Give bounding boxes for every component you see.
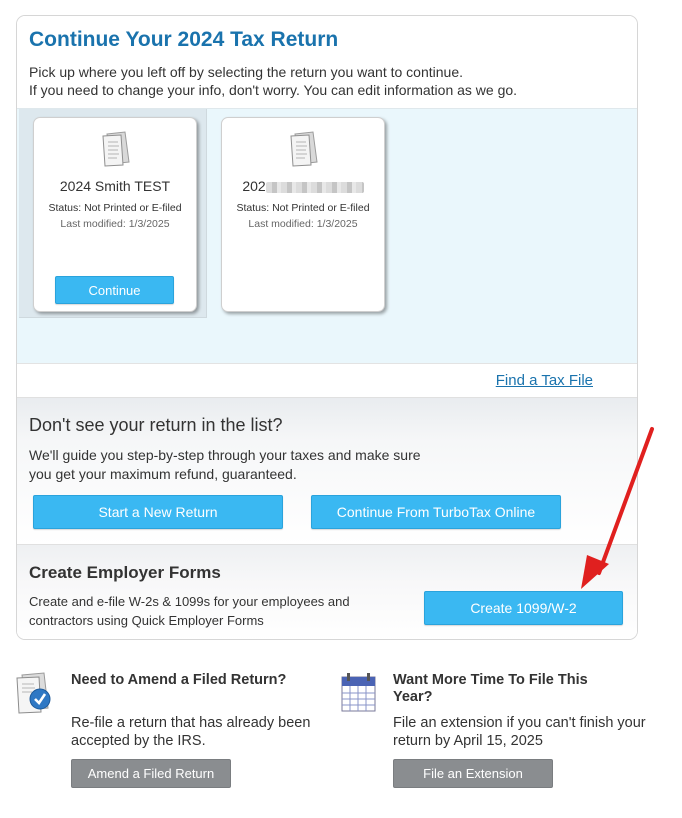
dont-see-section: Don't see your return in the list? We'll… [17, 397, 637, 545]
find-row: Find a Tax File [17, 363, 637, 397]
tax-file-list: 2024 Smith TEST Status: Not Printed or E… [17, 108, 637, 363]
find-tax-file-link[interactable]: Find a Tax File [496, 372, 593, 389]
amend-title: Need to Amend a Filed Return? [71, 672, 287, 688]
dont-see-description: We'll guide you step-by-step through you… [29, 447, 421, 482]
employer-forms-title: Create Employer Forms [29, 563, 221, 582]
tax-file-name-prefix: 202 [242, 178, 266, 194]
tax-file-card-2[interactable]: 202 Status: Not Printed or E-filed Last … [221, 117, 385, 312]
document-check-icon [16, 672, 51, 714]
amend-return-promo: Need to Amend a Filed Return? Re-file a … [14, 668, 310, 798]
document-icon [290, 131, 318, 167]
continue-button[interactable]: Continue [55, 276, 174, 304]
tax-file-card-1[interactable]: 2024 Smith TEST Status: Not Printed or E… [33, 117, 197, 312]
tax-file-status: Status: Not Printed or E-filed [48, 202, 182, 214]
extension-promo: Want More Time To File This Year? File a… [336, 668, 646, 798]
start-new-return-button[interactable]: Start a New Return [33, 495, 283, 529]
tax-file-modified: Last modified: 1/3/2025 [248, 218, 358, 230]
create-1099-w2-button[interactable]: Create 1099/W-2 [424, 591, 623, 625]
intro-text: Pick up where you left off by selecting … [29, 63, 517, 99]
amend-filed-return-button[interactable]: Amend a Filed Return [71, 759, 231, 788]
employer-forms-section: Create Employer Forms Create and e-file … [17, 544, 637, 639]
intro-line-1: Pick up where you left off by selecting … [29, 64, 463, 80]
extension-description: File an extension if you can't finish yo… [393, 715, 646, 749]
blurred-name [265, 181, 364, 193]
amend-description: Re-file a return that has already been a… [71, 715, 311, 749]
employer-forms-description: Create and e-file W-2s & 1099s for your … [29, 594, 350, 628]
file-extension-button[interactable]: File an Extension [393, 759, 553, 788]
calendar-icon [341, 673, 376, 712]
continue-from-turbotax-online-button[interactable]: Continue From TurboTax Online [311, 495, 561, 529]
intro-line-2: If you need to change your info, don't w… [29, 82, 518, 98]
continue-return-panel: Continue Your 2024 Tax Return Pick up wh… [16, 15, 638, 640]
panel-header: Continue Your 2024 Tax Return Pick up wh… [17, 16, 637, 108]
page-title: Continue Your 2024 Tax Return [29, 28, 339, 51]
dont-see-title: Don't see your return in the list? [29, 415, 283, 435]
tax-file-name: 2024 Smith TEST [59, 178, 171, 194]
tax-file-name: 202 [222, 178, 384, 194]
document-icon [102, 131, 130, 167]
tax-file-status: Status: Not Printed or E-filed [236, 202, 370, 214]
tax-file-modified: Last modified: 1/3/2025 [60, 218, 170, 230]
extension-title: Want More Time To File This Year? [393, 672, 588, 705]
